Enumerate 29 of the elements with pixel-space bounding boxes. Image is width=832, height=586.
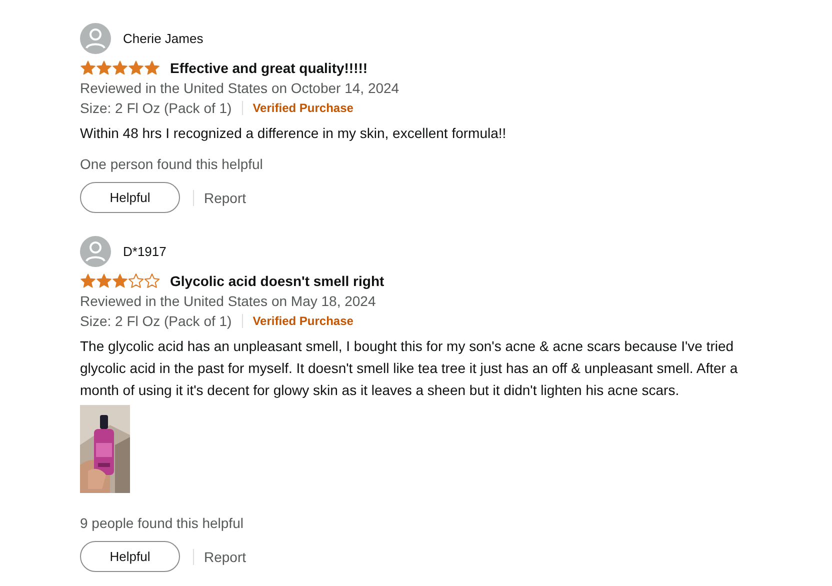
star-icon — [128, 60, 144, 76]
helpful-count: One person found this helpful — [80, 155, 264, 174]
report-link[interactable]: Report — [204, 190, 246, 206]
star-icon — [112, 273, 128, 289]
reviewer-name: Cherie James — [123, 30, 204, 46]
helpful-count: 9 people found this helpful — [80, 514, 244, 533]
review-text: Within 48 hrs I recognized a difference in my skin, excellent formula!! — [80, 124, 508, 143]
verified-purchase-label: Verified Purchase — [252, 100, 354, 117]
star-icon — [144, 60, 160, 76]
product-variant: Size: 2 Fl Oz (Pack of 1) — [80, 312, 232, 331]
review-title: Effective and great quality!!!!! — [170, 60, 368, 76]
empty-star-icon — [144, 273, 160, 289]
review-date: Reviewed in the United States on May 18, 2024 — [80, 292, 377, 311]
star-icon — [112, 60, 128, 76]
report-link[interactable]: Report — [204, 548, 246, 564]
review-title: Glycolic acid doesn't smell right — [170, 273, 384, 289]
helpful-button[interactable]: Helpful — [80, 182, 180, 213]
avatar-icon — [80, 22, 111, 54]
review-text: The glycolic acid has an unpleasant smell, I bought this for my son's acne & acne scars because I've tried glycolic acid in the past for myself. It doesn't smell like tea tree it just has an off & unpleasant smell. After a month of using it it's decent for glowy skin as it leaves a sheen but it didn't lighten his acne scars. — [80, 337, 739, 400]
star-icon — [80, 60, 96, 76]
review-date: Reviewed in the United States on October 14, 2024 — [80, 79, 400, 98]
product-variant: Size: 2 Fl Oz (Pack of 1) — [80, 99, 232, 118]
reviewer-name: D*1917 — [123, 244, 166, 258]
star-icon — [96, 273, 112, 289]
avatar-icon — [80, 236, 111, 266]
star-icon — [80, 273, 96, 289]
star-icon — [96, 60, 112, 76]
verified-purchase-label: Verified Purchase — [252, 313, 354, 330]
helpful-button[interactable]: Helpful — [80, 541, 180, 572]
